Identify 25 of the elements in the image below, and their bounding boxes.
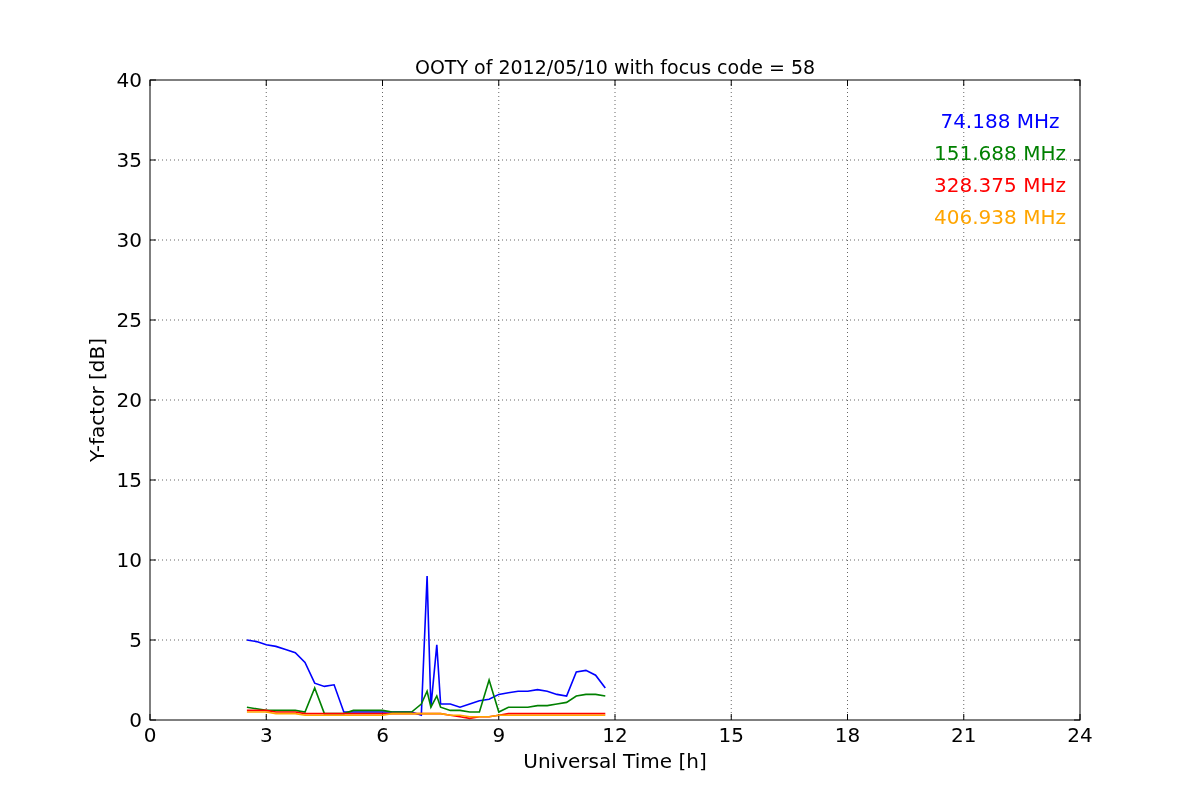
x-tick-label: 15: [718, 723, 744, 747]
y-tick-label: 20: [116, 388, 142, 412]
y-tick-label: 10: [116, 548, 142, 572]
x-tick-label: 18: [834, 723, 861, 747]
y-tick-label: 0: [129, 708, 142, 732]
x-tick-label: 9: [492, 723, 506, 747]
x-tick-label: 6: [376, 723, 389, 747]
y-tick-label: 30: [116, 228, 142, 252]
x-tick-label: 12: [602, 723, 628, 747]
x-tick-label: 0: [143, 723, 157, 747]
legend-label: 74.188 MHz: [940, 109, 1060, 133]
y-tick-label: 15: [116, 468, 142, 492]
chart-title: OOTY of 2012/05/10 with focus code = 58: [414, 56, 816, 78]
legend-label: 328.375 MHz: [934, 173, 1066, 197]
x-tick-label: 21: [951, 723, 977, 747]
y-tick-label: 35: [116, 148, 142, 172]
y-tick-label: 40: [116, 68, 142, 92]
x-tick-label: 24: [1067, 723, 1093, 747]
legend-label: 151.688 MHz: [934, 141, 1066, 165]
x-tick-label: 3: [259, 723, 273, 747]
y-tick-label: 5: [129, 628, 142, 652]
legend-label: 406.938 MHz: [934, 205, 1066, 229]
y-axis-label: Y-factor [dB]: [85, 338, 109, 462]
x-axis-label: Universal Time [h]: [523, 749, 707, 773]
y-tick-label: 25: [116, 308, 142, 332]
